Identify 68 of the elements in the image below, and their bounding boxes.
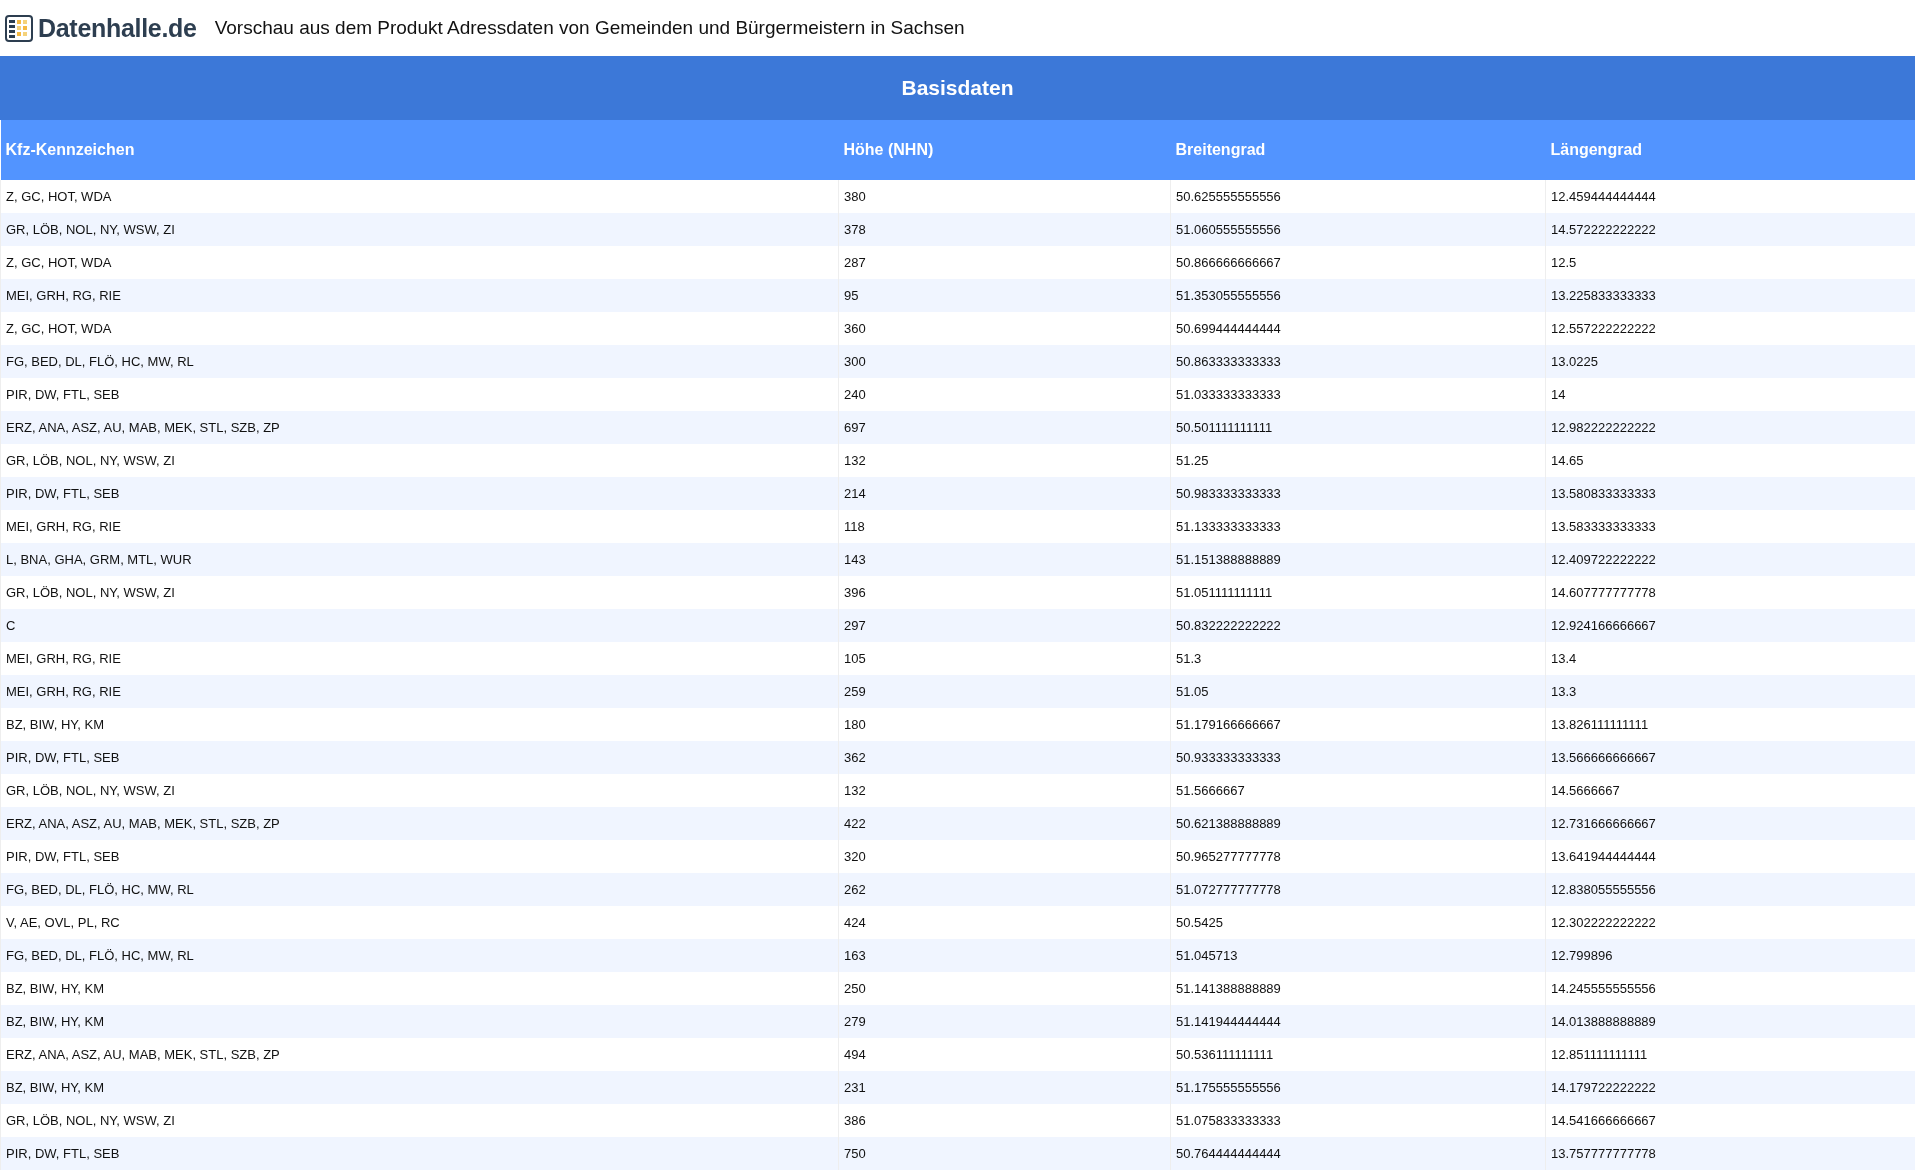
logo-text[interactable]: Datenhalle.de (38, 13, 197, 43)
table-cell: 231 (838, 1071, 1171, 1104)
table-cell: 51.045713 (1170, 939, 1546, 972)
logo-icon (4, 13, 34, 43)
table-cell: FG, BED, DL, FLÖ, HC, MW, RL (0, 939, 839, 972)
column-header: Breitengrad (1170, 120, 1546, 180)
table-cell: 262 (838, 873, 1171, 906)
table-caption: Basisdaten (0, 56, 1915, 120)
table-cell: 279 (838, 1005, 1171, 1038)
table-cell: 297 (838, 609, 1171, 642)
column-header: Höhe (NHN) (838, 120, 1171, 180)
table-cell: 12.731666666667 (1545, 807, 1915, 840)
table-cell: 214 (838, 477, 1171, 510)
table-cell: 13.757777777778 (1545, 1137, 1915, 1170)
table-cell: 12.982222222222 (1545, 411, 1915, 444)
table-cell: 13.3 (1545, 675, 1915, 708)
table-cell: 13.0225 (1545, 345, 1915, 378)
table-cell: 50.832222222222 (1170, 609, 1546, 642)
table-cell: 13.580833333333 (1545, 477, 1915, 510)
table-cell: C (0, 609, 839, 642)
table-cell: 51.072777777778 (1170, 873, 1546, 906)
table-cell: BZ, BIW, HY, KM (0, 1071, 839, 1104)
table-cell: 12.838055555556 (1545, 873, 1915, 906)
table-cell: 51.05 (1170, 675, 1546, 708)
column-header: Kfz-Kennzeichen (0, 120, 839, 180)
table-cell: 143 (838, 543, 1171, 576)
table-cell: BZ, BIW, HY, KM (0, 1005, 839, 1038)
table-cell: ERZ, ANA, ASZ, AU, MAB, MEK, STL, SZB, ZP (0, 807, 839, 840)
table-cell: 362 (838, 741, 1171, 774)
table-cell: 50.501111111111 (1170, 411, 1546, 444)
table-cell: 95 (838, 279, 1171, 312)
table-cell: 422 (838, 807, 1171, 840)
table-cell: MEI, GRH, RG, RIE (0, 675, 839, 708)
table-cell: GR, LÖB, NOL, NY, WSW, ZI (0, 213, 839, 246)
table-cell: 259 (838, 675, 1171, 708)
table-cell: 14.179722222222 (1545, 1071, 1915, 1104)
table-cell: 12.409722222222 (1545, 543, 1915, 576)
table-cell: 51.151388888889 (1170, 543, 1546, 576)
table-cell: 13.566666666667 (1545, 741, 1915, 774)
table-cell: L, BNA, GHA, GRM, MTL, WUR (0, 543, 839, 576)
table-cell: 50.621388888889 (1170, 807, 1546, 840)
table-cell: 163 (838, 939, 1171, 972)
table-cell: PIR, DW, FTL, SEB (0, 477, 839, 510)
table-cell: 51.175555555556 (1170, 1071, 1546, 1104)
table-cell: 50.983333333333 (1170, 477, 1546, 510)
table-cell: 14.013888888889 (1545, 1005, 1915, 1038)
column-header: Längengrad (1545, 120, 1915, 180)
table-cell: 300 (838, 345, 1171, 378)
table-cell: PIR, DW, FTL, SEB (0, 741, 839, 774)
table-cell: 697 (838, 411, 1171, 444)
table-cell: FG, BED, DL, FLÖ, HC, MW, RL (0, 345, 839, 378)
table-cell: 13.225833333333 (1545, 279, 1915, 312)
table-cell: 51.060555555556 (1170, 213, 1546, 246)
table-cell: ERZ, ANA, ASZ, AU, MAB, MEK, STL, SZB, ZP (0, 411, 839, 444)
table-cell: 14.572222222222 (1545, 213, 1915, 246)
table-cell: 51.353055555556 (1170, 279, 1546, 312)
table-cell: 750 (838, 1137, 1171, 1170)
table-cell: 50.863333333333 (1170, 345, 1546, 378)
page-title: Vorschau aus dem Produkt Adressdaten von Gemeinden und Bürgermeistern in Sachsen (214, 17, 965, 39)
table-cell: FG, BED, DL, FLÖ, HC, MW, RL (0, 873, 839, 906)
table-cell: 12.799896 (1545, 939, 1915, 972)
table-cell: PIR, DW, FTL, SEB (0, 1137, 839, 1170)
table-cell: MEI, GRH, RG, RIE (0, 279, 839, 312)
table-cell: 378 (838, 213, 1171, 246)
table-cell: 50.764444444444 (1170, 1137, 1546, 1170)
table-cell: 12.924166666667 (1545, 609, 1915, 642)
table-cell: 51.141944444444 (1170, 1005, 1546, 1038)
table-cell: 50.933333333333 (1170, 741, 1546, 774)
